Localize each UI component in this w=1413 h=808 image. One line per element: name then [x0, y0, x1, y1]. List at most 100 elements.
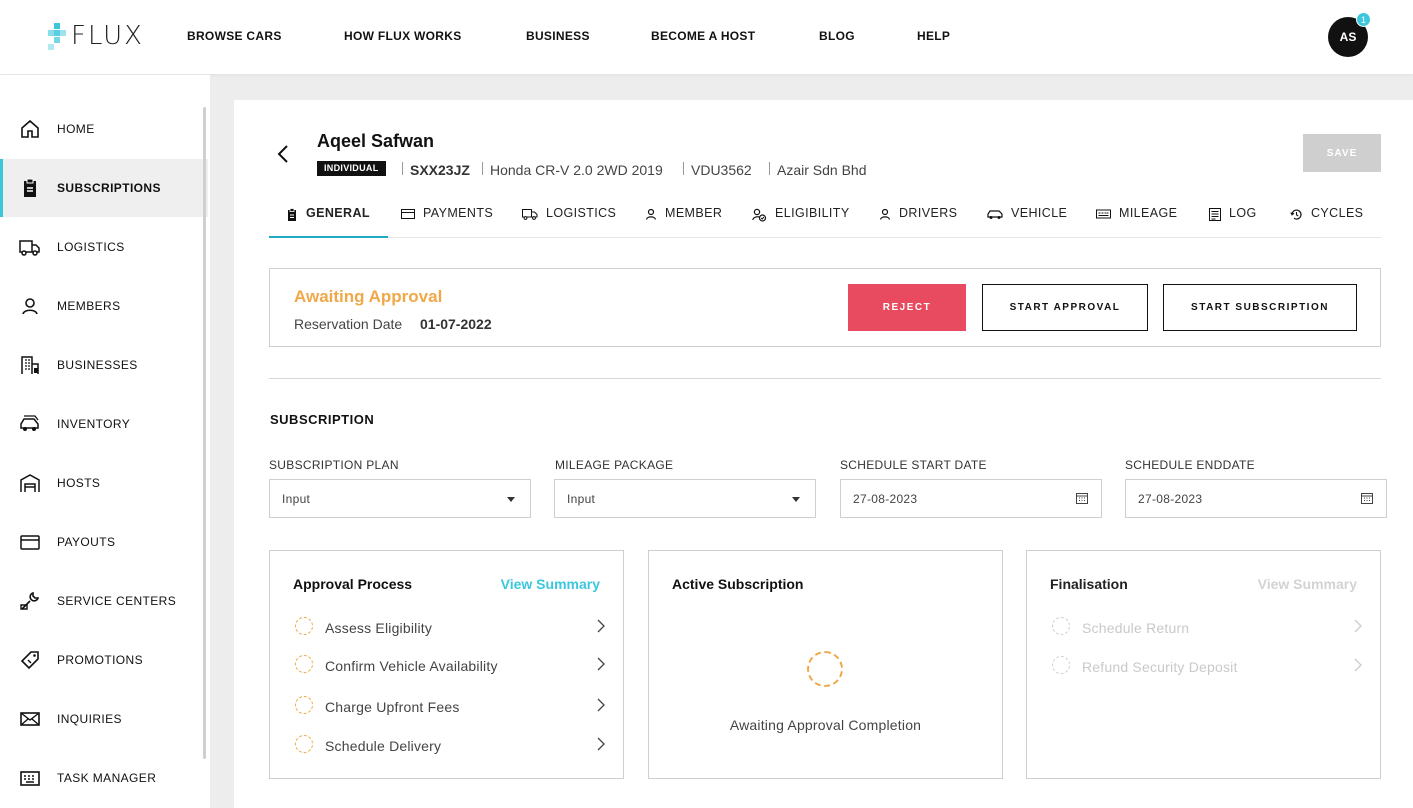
schedule-start-date-label: SCHEDULE START DATE: [840, 458, 987, 472]
user-icon: [879, 208, 891, 220]
sidebar-item-promotions[interactable]: PROMOTIONS: [0, 631, 208, 689]
pending-circle-icon: [295, 696, 313, 714]
caret-down-icon: [792, 497, 800, 502]
sidebar-item-label: PROMOTIONS: [57, 653, 144, 667]
sidebar-item-businesses[interactable]: BUSINESSES: [0, 336, 208, 394]
chevron-right-icon: [597, 619, 605, 633]
tab-label: PAYMENTS: [423, 206, 494, 220]
user-icon: [22, 298, 38, 315]
tab-mileage[interactable]: MILEAGE: [1096, 206, 1177, 237]
step-label: Confirm Vehicle Availability: [325, 658, 498, 674]
pending-spinner-icon: [807, 651, 843, 687]
building-icon: [21, 356, 39, 374]
chevron-right-icon: [597, 737, 605, 751]
step-charge-upfront-fees[interactable]: Charge Upfront Fees: [295, 696, 605, 718]
approval-process-card: Approval Process View Summary Assess Eli…: [269, 550, 624, 779]
step-confirm-vehicle-availability[interactable]: Confirm Vehicle Availability: [295, 655, 605, 677]
subscription-detail-panel: Aqeel Safwan INDIVIDUAL SXX23JZ Honda CR…: [234, 100, 1413, 808]
card-icon: [401, 209, 415, 219]
nav-business[interactable]: BUSINESS: [526, 29, 590, 43]
status-title: Awaiting Approval: [294, 287, 443, 306]
subscription-plan-select[interactable]: Input: [269, 479, 531, 518]
sidebar-scrollbar[interactable]: [203, 107, 206, 759]
sidebar-item-members[interactable]: MEMBERS: [0, 277, 208, 335]
nav-blog[interactable]: BLOG: [819, 29, 855, 43]
card-title: Finalisation: [1050, 576, 1128, 592]
step-label: Schedule Delivery: [325, 738, 442, 754]
calendar-icon[interactable]: [1361, 492, 1373, 504]
notification-badge: 1: [1356, 12, 1371, 27]
save-button[interactable]: SAVE: [1303, 134, 1381, 172]
schedule-start-date-input[interactable]: 27-08-2023: [840, 479, 1102, 518]
clipboard-icon: [288, 208, 296, 221]
meta-separator: [769, 162, 770, 175]
schedule-end-date-label: SCHEDULE ENDDATE: [1125, 458, 1255, 472]
finalisation-card: Finalisation View Summary Schedule Retur…: [1026, 550, 1381, 779]
calendar-icon[interactable]: [1076, 492, 1088, 504]
meta-separator: [482, 162, 483, 175]
tab-eligibility[interactable]: ELIGIBILITY: [752, 206, 850, 237]
vehicle-code: VDU3562: [691, 162, 752, 178]
mileage-package-select[interactable]: Input: [554, 479, 816, 518]
wrench-icon: [20, 591, 40, 610]
tab-label: VEHICLE: [1011, 206, 1068, 220]
step-assess-eligibility[interactable]: Assess Eligibility: [295, 617, 605, 639]
tab-logistics[interactable]: LOGISTICS: [522, 206, 616, 237]
nav-help[interactable]: HELP: [917, 29, 950, 43]
meta-separator: [683, 162, 684, 175]
section-title: SUBSCRIPTION: [270, 412, 375, 427]
sidebar-item-task-manager[interactable]: TASK MANAGER: [0, 749, 208, 807]
schedule-end-date-input[interactable]: 27-08-2023: [1125, 479, 1387, 518]
company-name: Azair Sdn Bhd: [777, 162, 867, 178]
card-icon: [20, 535, 40, 550]
start-approval-button[interactable]: START APPROVAL: [982, 284, 1148, 331]
sidebar-item-payouts[interactable]: PAYOUTS: [0, 513, 208, 571]
detail-tabs: GENERAL PAYMENTS LOGISTICS MEMBER ELIGIB…: [269, 206, 1381, 238]
tab-label: CYCLES: [1311, 206, 1364, 220]
tab-member[interactable]: MEMBER: [645, 206, 722, 237]
step-refund-security-deposit: Refund Security Deposit: [1052, 656, 1362, 678]
sidebar-item-hosts[interactable]: HOSTS: [0, 454, 208, 512]
tab-label: LOG: [1229, 206, 1257, 220]
section-divider: [269, 378, 1381, 379]
reservation-date-label: Reservation Date: [294, 316, 403, 332]
sidebar-item-subscriptions[interactable]: SUBSCRIPTIONS: [0, 159, 208, 217]
nav-how-flux-works[interactable]: HOW FLUX WORKS: [344, 29, 462, 43]
sidebar: HOME SUBSCRIPTIONS LOGISTICS MEMBERS BUS…: [0, 75, 210, 808]
sidebar-item-label: INVENTORY: [57, 417, 131, 431]
back-arrow-icon[interactable]: [274, 142, 294, 166]
sidebar-item-inventory[interactable]: INVENTORY: [0, 395, 208, 453]
chevron-right-icon: [597, 657, 605, 671]
chevron-right-icon: [1354, 619, 1362, 633]
step-label: Refund Security Deposit: [1082, 659, 1238, 675]
view-summary-link[interactable]: View Summary: [501, 576, 600, 592]
pending-circle-icon: [1052, 656, 1070, 674]
tab-payments[interactable]: PAYMENTS: [401, 206, 493, 237]
reject-button[interactable]: REJECT: [848, 284, 966, 331]
top-navbar: FLUX BROWSE CARS HOW FLUX WORKS BUSINESS…: [0, 0, 1413, 74]
tab-general[interactable]: GENERAL: [269, 206, 388, 238]
start-subscription-button[interactable]: START SUBSCRIPTION: [1163, 284, 1357, 331]
nav-become-a-host[interactable]: BECOME A HOST: [651, 29, 755, 43]
tab-cycles[interactable]: CYCLES: [1290, 206, 1363, 237]
tab-vehicle[interactable]: VEHICLE: [987, 206, 1067, 237]
pending-circle-icon: [295, 617, 313, 635]
tab-log[interactable]: LOG: [1209, 206, 1257, 237]
pending-circle-icon: [1052, 617, 1070, 635]
step-schedule-delivery[interactable]: Schedule Delivery: [295, 735, 605, 757]
sidebar-item-label: BUSINESSES: [57, 358, 138, 372]
sidebar-item-inquiries[interactable]: INQUIRIES: [0, 690, 208, 748]
flux-logo[interactable]: FLUX: [46, 20, 144, 52]
nav-browse-cars[interactable]: BROWSE CARS: [187, 29, 282, 43]
sidebar-item-home[interactable]: HOME: [0, 100, 208, 158]
sidebar-item-logistics[interactable]: LOGISTICS: [0, 218, 208, 276]
truck-icon: [522, 209, 538, 220]
meta-separator: [402, 162, 403, 175]
tab-drivers[interactable]: DRIVERS: [879, 206, 957, 237]
status-panel: Awaiting Approval Reservation Date 01-07…: [269, 268, 1381, 347]
flux-logo-mark: [46, 21, 68, 51]
sidebar-item-service-centers[interactable]: SERVICE CENTERS: [0, 572, 208, 630]
tab-label: DRIVERS: [899, 206, 958, 220]
mileage-package-label: MILEAGE PACKAGE: [555, 458, 674, 472]
sidebar-item-label: HOSTS: [57, 476, 101, 490]
